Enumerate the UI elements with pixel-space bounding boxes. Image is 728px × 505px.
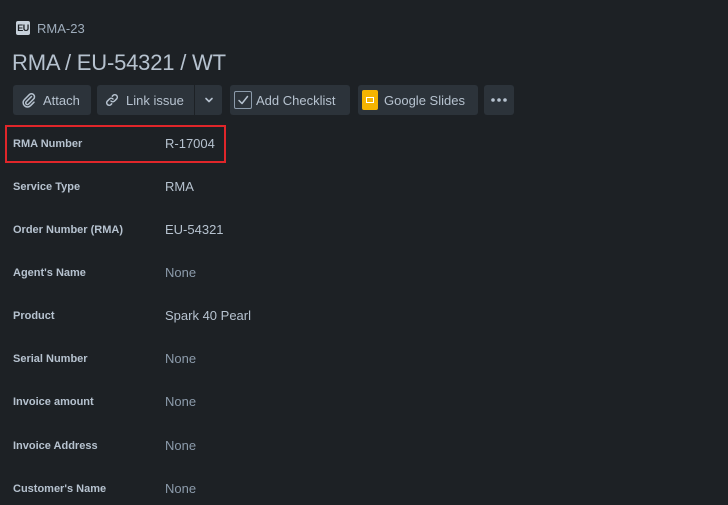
add-checklist-button[interactable]: Add Checklist — [230, 85, 350, 115]
field-row-customers-name: Customer's Name None — [0, 480, 728, 500]
field-row-invoice-address: Invoice Address None — [0, 437, 728, 457]
field-value[interactable]: None — [165, 481, 196, 496]
field-label: Order Number (RMA) — [13, 224, 124, 236]
link-icon — [104, 92, 120, 108]
field-value[interactable]: None — [165, 394, 196, 409]
paperclip-icon — [21, 92, 37, 108]
field-label: RMA Number — [13, 138, 83, 150]
checklist-icon — [234, 91, 252, 109]
google-slides-button[interactable]: Google Slides — [358, 85, 478, 115]
field-label: Customer's Name — [13, 483, 107, 495]
field-row-serial-number: Serial Number None — [0, 350, 728, 370]
field-value[interactable]: Spark 40 Pearl — [165, 308, 251, 323]
link-issue-label: Link issue — [126, 92, 184, 108]
field-value[interactable]: EU-54321 — [165, 222, 224, 237]
field-row-invoice-amount: Invoice amount None — [0, 393, 728, 413]
field-label: Product — [13, 310, 55, 322]
field-value[interactable]: None — [165, 351, 196, 366]
issue-detail-page: EU RMA-23 RMA / EU-54321 / WT Attach Lin… — [0, 0, 728, 505]
field-label: Serial Number — [13, 353, 88, 365]
issue-title[interactable]: RMA / EU-54321 / WT — [12, 49, 226, 77]
link-issue-dropdown-button[interactable] — [195, 85, 222, 115]
field-row-agents-name: Agent's Name None — [0, 264, 728, 284]
field-row-rma-number: RMA Number R-17004 — [0, 135, 728, 155]
more-actions-button[interactable] — [484, 85, 514, 115]
add-checklist-label: Add Checklist — [256, 92, 336, 108]
issue-key-link[interactable]: RMA-23 — [37, 21, 85, 36]
google-slides-label: Google Slides — [384, 92, 465, 108]
field-label: Invoice amount — [13, 396, 94, 408]
chevron-down-icon — [203, 94, 215, 106]
field-row-service-type: Service Type RMA — [0, 178, 728, 198]
field-value[interactable]: None — [165, 438, 196, 453]
field-label: Agent's Name — [13, 267, 86, 279]
google-slides-icon — [362, 90, 378, 110]
field-value[interactable]: None — [165, 265, 196, 280]
field-value[interactable]: RMA — [165, 179, 194, 194]
breadcrumb: EU RMA-23 — [16, 20, 85, 36]
field-row-product: Product Spark 40 Pearl — [0, 307, 728, 327]
field-value[interactable]: R-17004 — [165, 136, 215, 151]
link-issue-button[interactable]: Link issue — [97, 85, 194, 115]
field-label: Service Type — [13, 181, 81, 193]
attach-label: Attach — [43, 92, 80, 108]
field-label: Invoice Address — [13, 440, 98, 452]
project-icon[interactable]: EU — [16, 21, 30, 35]
more-horizontal-icon — [490, 97, 508, 103]
attach-button[interactable]: Attach — [13, 85, 91, 115]
field-row-order-number: Order Number (RMA) EU-54321 — [0, 221, 728, 241]
